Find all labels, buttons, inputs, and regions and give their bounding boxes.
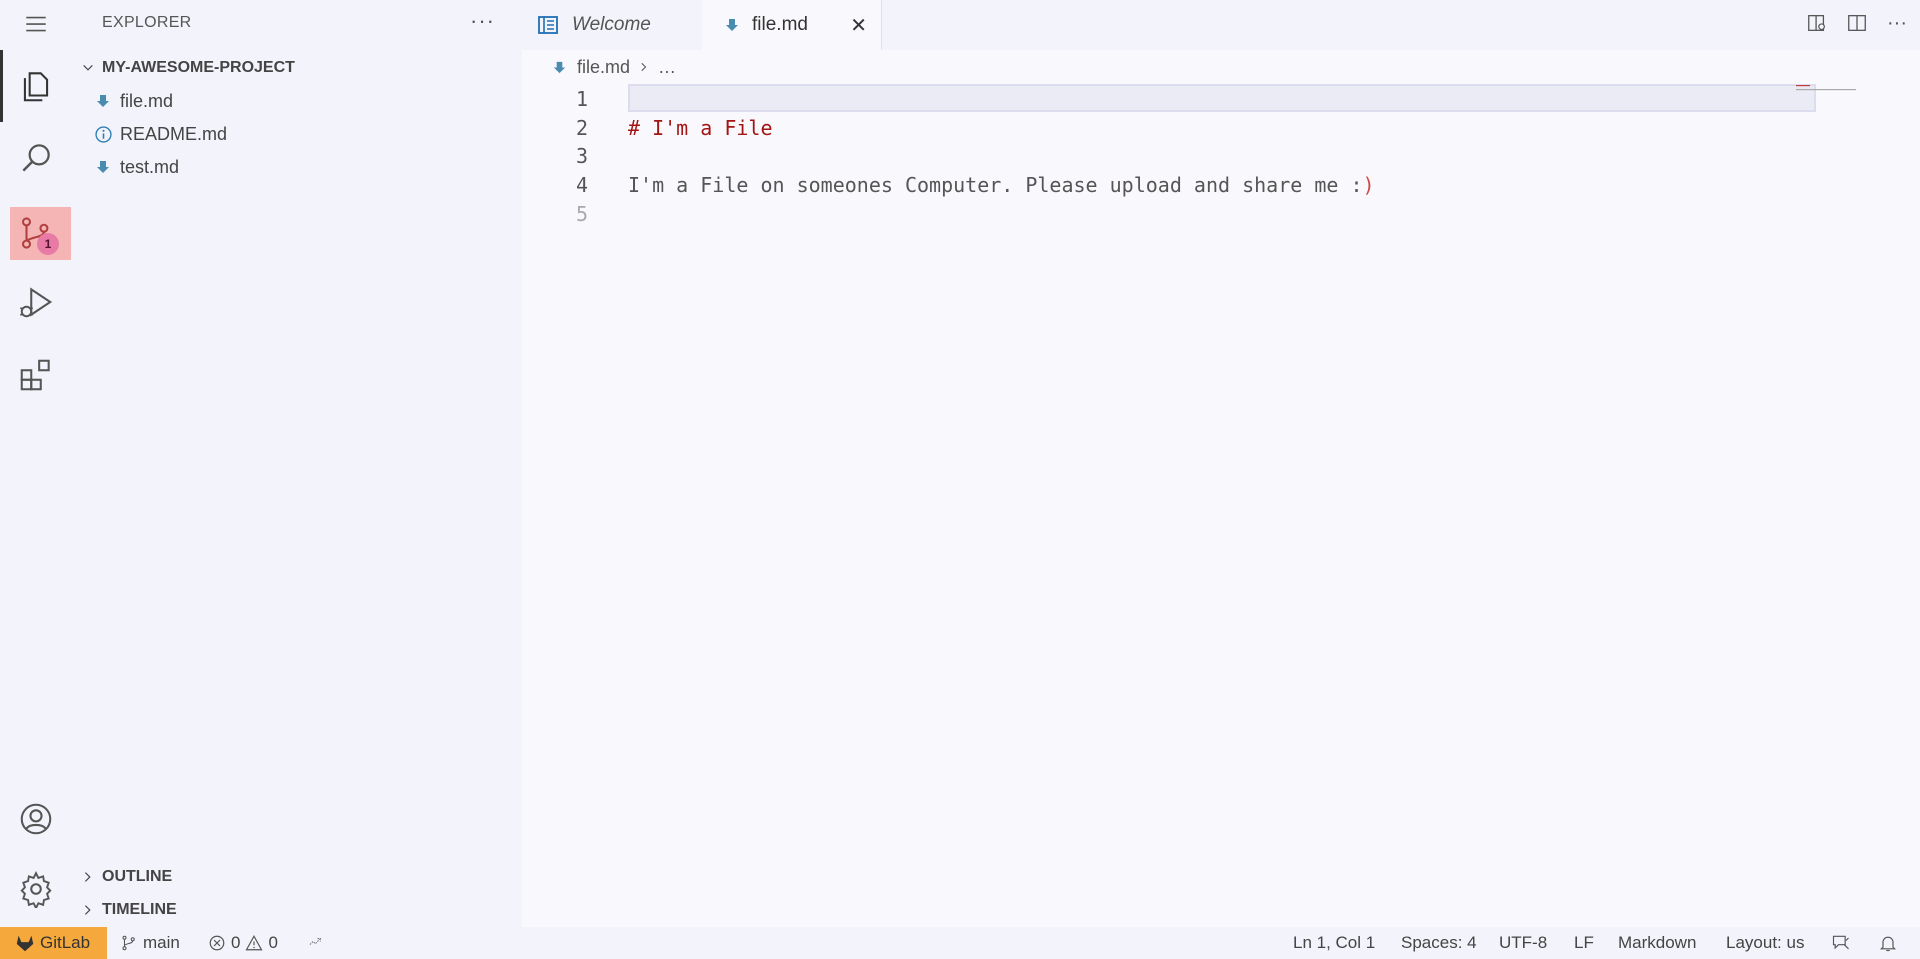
file-name: README.md: [120, 123, 228, 144]
file-item[interactable]: README.md: [72, 119, 522, 149]
line-number: 1: [575, 87, 588, 111]
more-actions-icon[interactable]: ···: [470, 8, 495, 34]
line-number: 3: [575, 144, 588, 168]
welcome-icon: [536, 13, 560, 37]
gitlab-label: GitLab: [40, 933, 91, 952]
breadcrumb-file[interactable]: file.md: [577, 57, 630, 78]
code-line: 4 I'm a File on someones Computer. Pleas…: [522, 171, 1375, 199]
branch-icon: [122, 935, 135, 951]
gitlab-icon: [16, 935, 34, 952]
outline-label: OUTLINE: [102, 868, 173, 885]
cursor-position[interactable]: Ln 1, Col 1: [1293, 927, 1375, 959]
markdown-icon: [94, 158, 112, 176]
breadcrumb-symbols[interactable]: …: [658, 57, 676, 78]
accounts-icon[interactable]: [0, 783, 72, 855]
error-count: 0: [231, 933, 241, 952]
warning-count: 0: [268, 933, 278, 952]
line-text-tail: ): [1362, 173, 1375, 197]
end-of-line[interactable]: LF: [1574, 927, 1594, 959]
line-number: 5: [575, 202, 588, 226]
minimap[interactable]: [1796, 84, 1876, 114]
file-name: file.md: [120, 90, 174, 111]
editor-area[interactable]: 1 2 # I'm a File 3 4 I'm a File on someo…: [522, 84, 1920, 927]
keyboard-layout[interactable]: Layout: us: [1726, 927, 1804, 959]
timeline-section[interactable]: TIMELINE: [72, 897, 177, 923]
tab-file-md[interactable]: file.md ✕: [702, 0, 882, 50]
chevron-right-icon: [74, 870, 102, 884]
code-line: 2 # I'm a File: [522, 114, 773, 142]
problems-indicator[interactable]: 0 0: [208, 927, 278, 959]
close-icon[interactable]: ✕: [850, 13, 867, 38]
settings-icon[interactable]: [0, 853, 72, 925]
branch-indicator[interactable]: main: [120, 927, 180, 959]
tab-label: Welcome: [572, 14, 651, 35]
feedback-icon[interactable]: [1831, 927, 1851, 959]
chevron-right-icon: [638, 61, 650, 73]
notifications-icon[interactable]: [1878, 927, 1898, 959]
editor-actions: ···: [1806, 12, 1908, 34]
code-line: 1: [522, 85, 588, 113]
warning-icon: [245, 935, 263, 951]
open-preview-icon[interactable]: [1806, 12, 1828, 34]
project-name: MY-AWESOME-PROJECT: [102, 59, 295, 76]
line-text: # I'm a File: [628, 116, 773, 140]
run-debug-icon[interactable]: [0, 266, 72, 338]
markdown-icon: [94, 92, 112, 110]
sidebar-title: EXPLORER: [102, 14, 192, 31]
info-icon: [94, 125, 112, 143]
live-share-icon[interactable]: [307, 927, 325, 959]
status-bar: GitLab main 0 0 Ln 1, Col 1 Spaces: 4 UT…: [0, 927, 1920, 959]
editor-tabs: Welcome file.md ✕ ···: [522, 0, 1920, 50]
markdown-icon: [724, 17, 740, 33]
extensions-icon[interactable]: [0, 339, 72, 411]
code-line: 3: [522, 142, 588, 170]
more-actions-icon[interactable]: ···: [1886, 12, 1908, 34]
explorer-sidebar: EXPLORER ··· MY-AWESOME-PROJECT file.md …: [72, 0, 522, 927]
markdown-icon: [552, 60, 567, 75]
split-editor-icon[interactable]: [1846, 12, 1868, 34]
error-icon: [209, 935, 225, 951]
source-control-badge: 1: [37, 233, 59, 255]
search-icon[interactable]: [0, 122, 72, 194]
chevron-down-icon: [74, 61, 102, 75]
current-line-highlight: [628, 84, 1816, 112]
file-item[interactable]: test.md: [72, 152, 522, 182]
tab-label: file.md: [752, 14, 808, 35]
timeline-label: TIMELINE: [102, 901, 177, 918]
explorer-icon[interactable]: [0, 50, 72, 122]
project-folder-header[interactable]: MY-AWESOME-PROJECT: [72, 55, 295, 81]
source-control-icon[interactable]: [0, 197, 72, 269]
line-number: 4: [575, 173, 588, 197]
line-text-main: I'm a File on someones Computer. Please …: [628, 173, 1363, 197]
gitlab-button[interactable]: GitLab: [0, 927, 107, 959]
file-item[interactable]: file.md: [72, 86, 522, 116]
activity-bar: 1 <~: [0, 0, 126, 927]
line-number: 2: [575, 116, 588, 140]
outline-section[interactable]: OUTLINE: [72, 864, 172, 890]
indentation[interactable]: Spaces: 4: [1401, 927, 1477, 959]
tab-welcome[interactable]: Welcome: [522, 0, 702, 50]
file-name: test.md: [120, 156, 180, 177]
line-text: I'm a File on someones Computer. Please …: [628, 173, 1375, 197]
breadcrumb: file.md …: [522, 50, 1920, 84]
encoding[interactable]: UTF-8: [1499, 927, 1547, 959]
language-mode[interactable]: Markdown: [1618, 927, 1696, 959]
chevron-right-icon: [74, 903, 102, 917]
branch-name: main: [143, 933, 180, 952]
code-line: 5: [522, 200, 588, 228]
